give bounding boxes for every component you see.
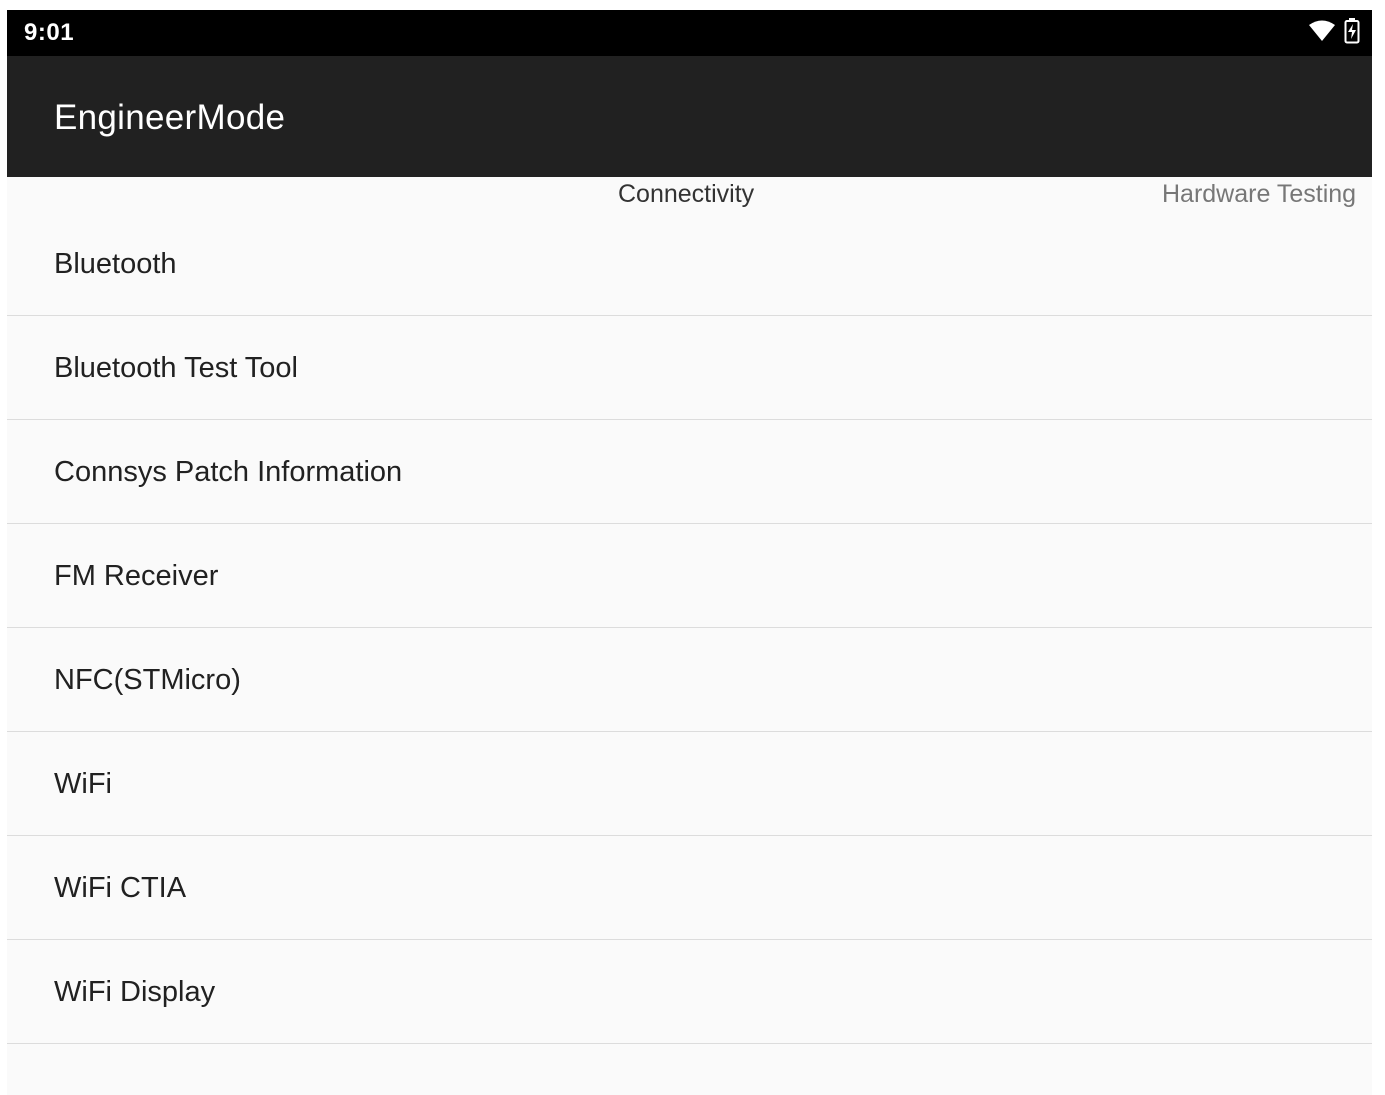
tab-hardware-testing[interactable]: Hardware Testing (1162, 180, 1356, 209)
status-time: 9:01 (24, 19, 75, 46)
list-item-label: WiFi Display (54, 976, 216, 1008)
list-item-label: Connsys Patch Information (54, 456, 403, 488)
list-item-nfc-stmicro[interactable]: NFC(STMicro) (7, 628, 1372, 732)
app-bar: EngineerMode (7, 56, 1372, 177)
list-item-wifi-display[interactable]: WiFi Display (7, 940, 1372, 1044)
list-item-wifi-ctia[interactable]: WiFi CTIA (7, 836, 1372, 940)
list-item-wifi[interactable]: WiFi (7, 732, 1372, 836)
list-item-label: Bluetooth (54, 248, 177, 280)
app-title: EngineerMode (54, 98, 286, 137)
list-item-label: NFC(STMicro) (54, 664, 241, 696)
list-item-bluetooth-test-tool[interactable]: Bluetooth Test Tool (7, 316, 1372, 420)
status-icons (1308, 18, 1360, 49)
tab-strip: Connectivity Hardware Testing (7, 177, 1372, 221)
list-item-partial[interactable] (7, 1044, 1372, 1095)
list-item-label: WiFi (54, 768, 112, 800)
list-item-bluetooth[interactable]: Bluetooth (7, 221, 1372, 316)
battery-charging-icon (1344, 18, 1360, 49)
list-item-connsys-patch-information[interactable]: Connsys Patch Information (7, 420, 1372, 524)
status-bar: 9:01 (7, 10, 1372, 56)
settings-list: Bluetooth Bluetooth Test Tool Connsys Pa… (7, 221, 1372, 1095)
device-screen: 9:01 EngineerMode Connectivity Hardware … (7, 10, 1372, 1095)
wifi-icon (1308, 20, 1336, 47)
list-item-label: WiFi CTIA (54, 872, 187, 904)
list-item-label: FM Receiver (54, 560, 219, 592)
tab-connectivity[interactable]: Connectivity (618, 180, 754, 209)
list-item-label: Bluetooth Test Tool (54, 352, 298, 384)
list-item-fm-receiver[interactable]: FM Receiver (7, 524, 1372, 628)
